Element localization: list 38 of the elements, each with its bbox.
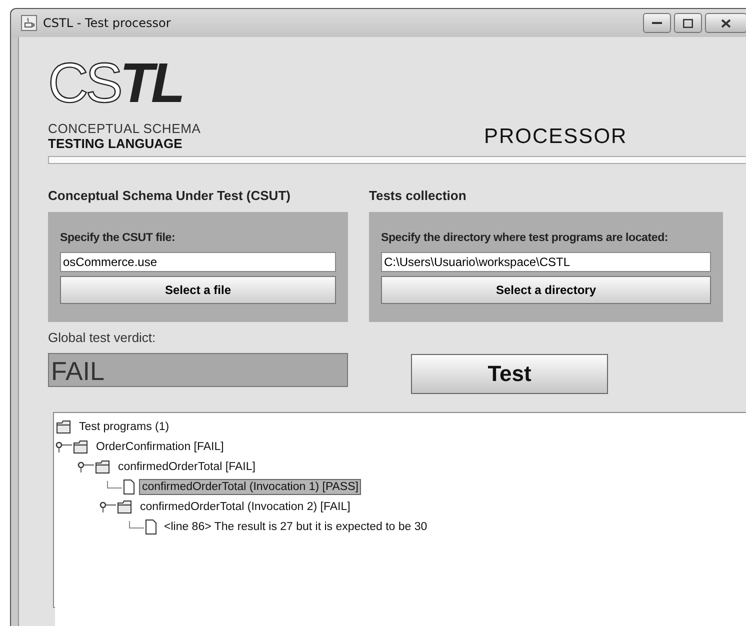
folder-icon [56, 420, 72, 434]
maximize-icon [683, 18, 693, 28]
path-field[interactable]: osCommerce.use [60, 252, 336, 272]
expand-handle-icon[interactable] [55, 441, 73, 453]
coffee-cup-icon [21, 15, 37, 31]
maximize-button[interactable] [674, 13, 702, 33]
folder-icon [73, 440, 89, 454]
field-label: Specify the CSUT file: [60, 232, 176, 244]
tree-item[interactable]: OrderConfirmation [FAIL] [93, 439, 227, 455]
verdict-label: Global test verdict: [48, 330, 157, 345]
folder-icon [117, 500, 133, 514]
tree-item[interactable]: Test programs (1) [76, 419, 172, 435]
logo-subtitle: CONCEPTUAL SCHEMA [48, 121, 202, 136]
close-button[interactable] [705, 13, 746, 33]
file-icon [123, 479, 135, 495]
field-label: Specify the directory where test programs are located: [381, 232, 670, 244]
minimize-button[interactable] [643, 13, 671, 33]
select-button[interactable]: Select a file [60, 276, 336, 304]
path-field[interactable]: C:\Users\Usuario\workspace\CSTL [381, 252, 711, 272]
tree-item[interactable]: confirmedOrderTotal (Invocation 1) [PASS] [139, 479, 362, 495]
expand-handle-icon[interactable] [99, 501, 117, 513]
minimize-icon [652, 21, 662, 25]
section-title: Conceptual Schema Under Test (CSUT) [48, 188, 292, 205]
section-title: Tests collection [369, 188, 468, 205]
expand-handle-icon[interactable] [77, 461, 95, 473]
tree-item[interactable]: confirmedOrderTotal [FAIL] [115, 459, 258, 475]
file-icon [145, 519, 157, 535]
logo-subtitle: TESTING LANGUAGE [48, 136, 184, 151]
tree-item[interactable]: confirmedOrderTotal (Invocation 2) [FAIL] [137, 499, 354, 515]
select-button[interactable]: Select a directory [381, 276, 711, 304]
window-title: CSTL - Test processor [43, 16, 172, 30]
logo: CSTL [48, 55, 184, 111]
verdict-value: FAIL [48, 353, 348, 387]
folder-icon [95, 460, 111, 474]
tree-item[interactable]: <line 86> The result is 27 but it is expected to be 30 [161, 519, 430, 535]
processor-heading: PROCESSOR [484, 125, 628, 149]
close-icon [721, 18, 731, 28]
test-button[interactable]: Test [411, 354, 608, 394]
